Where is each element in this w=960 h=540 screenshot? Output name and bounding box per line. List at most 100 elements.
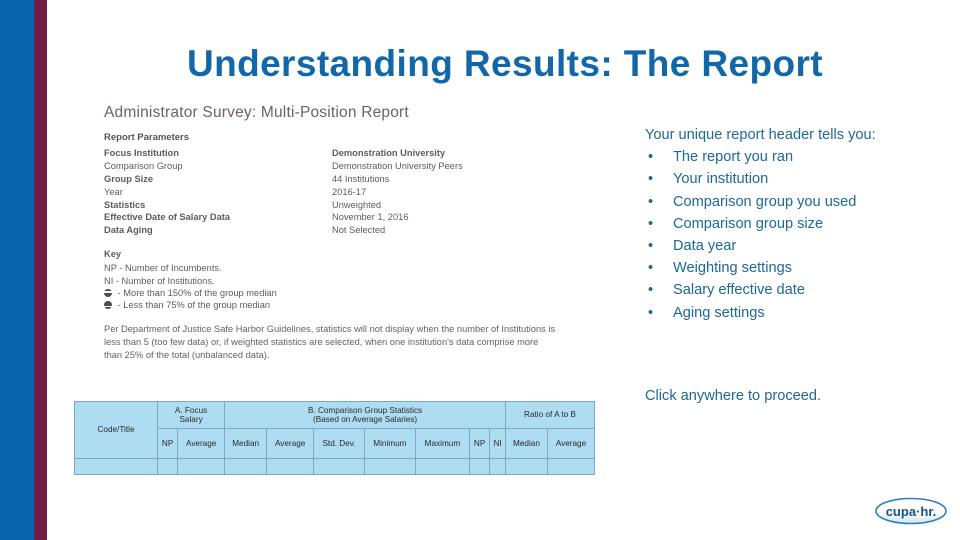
table-row: Statistics Unweighted [104,198,463,211]
column-header-maximum: Maximum [414,428,471,459]
param-label: Group Size [104,173,154,184]
bullet-marker-icon: • [648,193,654,210]
param-value: Not Selected [332,225,386,236]
empty-cell [74,458,158,475]
narrative-bullet-list: • The report you ran • Your institution • C… [645,146,917,324]
circle-up-bar-icon [104,288,115,299]
table-row: Data Aging Not Selected [104,224,463,237]
column-header-std-dev: Std. Dev. [313,428,365,459]
cupa-hr-logo: cupa·hr. [874,496,948,526]
circle-down-bar-icon [104,301,115,311]
param-label: Statistics [104,199,146,210]
column-header-ni: NI [489,428,506,459]
key-line-ni: NI - Number of Institutions. [104,275,215,286]
list-item: • Your institution [645,168,917,190]
report-footnote: Per Department of Justice Safe Harbor Gu… [104,324,556,360]
table-row: Effective Date of Salary Data November 1… [104,211,463,224]
list-item: • Salary effective date [645,279,917,301]
column-group-focus-salary: A. Focus Salary [156,401,226,429]
column-header-median-comp: Median [224,428,268,459]
key-line-below-median: - Less than 75% of the group median [104,299,604,311]
param-value: 2016-17 [332,186,367,197]
table-row: Comparison Group Demonstration Universit… [104,160,463,173]
list-item-label: Weighting settings [673,260,792,277]
slide-canvas: Understanding Results: The Report Admini… [0,0,960,540]
empty-cell [468,458,491,475]
bullet-marker-icon: • [648,260,654,277]
list-item-label: Comparison group size [673,215,824,232]
empty-cell [266,458,315,475]
list-item: • Weighting settings [645,257,917,279]
table-row: Group Size 44 Institutions [104,173,463,186]
left-accent-bar-maroon [34,0,47,540]
list-item-label: Salary effective date [673,282,805,299]
param-value: Unweighted [332,199,382,210]
report-parameters-title: Report Parameters [104,132,190,143]
param-value: Demonstration University [332,148,446,159]
report-screenshot: Administrator Survey: Multi-Position Rep… [104,104,604,394]
empty-cell [156,458,179,475]
list-item: • Data year [645,235,917,257]
empty-cell [504,458,548,475]
bullet-marker-icon: • [648,304,654,321]
list-item-label: The report you ran [673,149,794,166]
empty-cell [313,458,365,475]
bullet-marker-icon: • [648,215,654,232]
column-group-ratio: Ratio of A to B [504,401,596,429]
list-item-label: Comparison group you used [673,193,857,210]
report-parameters-table: Focus Institution Demonstration Universi… [104,147,463,236]
click-to-proceed-text[interactable]: Click anywhere to proceed. [645,386,821,406]
column-header-np-comp: NP [468,428,491,459]
bullet-marker-icon: • [648,238,654,255]
key-line-below-median-label: - Less than 75% of the group median [117,300,271,311]
param-value: 44 Institutions [332,173,390,184]
report-key-block: Key NP - Number of Incumbents. NI - Numb… [104,249,604,311]
empty-cell [363,458,416,475]
list-item: • The report you ran [645,146,917,168]
list-item-label: Aging settings [673,304,765,321]
key-line-np: NP - Number of Incumbents. [104,263,222,274]
empty-cell [224,458,268,475]
list-item: • Comparison group you used [645,191,917,213]
page-title: Understanding Results: The Report [186,43,824,84]
param-label: Effective Date of Salary Data [104,212,231,223]
empty-cell [177,458,226,475]
empty-cell [414,458,471,475]
list-item-label: Data year [673,238,737,255]
param-value: Demonstration University Peers [332,161,463,172]
key-line-above-median-label: - More than 150% of the group median [117,287,277,298]
cupa-hr-logo-text: cupa·hr. [886,504,937,519]
narrative-panel: Your unique report header tells you: • Th… [645,124,917,324]
column-header-np-focus: NP [156,428,179,459]
table-row: Focus Institution Demonstration Universi… [104,147,463,160]
param-value: November 1, 2016 [332,212,409,223]
column-group-comparison-stats: B. Comparison Group Statistics (Based on… [224,401,506,429]
key-line-above-median: - More than 150% of the group median [104,287,604,299]
list-item: • Aging settings [645,302,917,324]
list-item: • Comparison group size [645,213,917,235]
param-label: Data Aging [104,225,153,236]
column-header-minimum: Minimum [363,428,416,459]
list-item-label: Your institution [673,171,769,188]
column-header-average-ratio: Average [546,428,596,459]
table-row: Year 2016-17 [104,185,463,198]
report-key-title: Key [104,249,122,260]
column-group-focus-salary-line1: A. Focus [174,405,208,415]
column-header-code-title: Code/Title [74,401,158,459]
bullet-marker-icon: • [648,171,654,188]
report-heading: Administrator Survey: Multi-Position Rep… [104,104,409,121]
empty-cell [489,458,506,475]
column-group-comparison-line1: B. Comparison Group Statistics [307,405,423,415]
param-label: Year [104,186,123,197]
param-label: Focus Institution [104,148,179,159]
empty-cell [546,458,596,475]
left-accent-bar-blue [0,0,34,540]
column-header-average-focus: Average [177,428,226,459]
param-label: Comparison Group [104,161,183,172]
narrative-lead: Your unique report header tells you: [645,127,876,143]
table-header-row-groups: Code/Title A. Focus Salary B. Comparison… [74,401,596,459]
bullet-marker-icon: • [648,282,654,299]
column-group-focus-salary-line2: Salary [179,415,203,424]
table-row-empty [74,458,596,475]
report-data-table: Code/Title A. Focus Salary B. Comparison… [74,401,596,475]
